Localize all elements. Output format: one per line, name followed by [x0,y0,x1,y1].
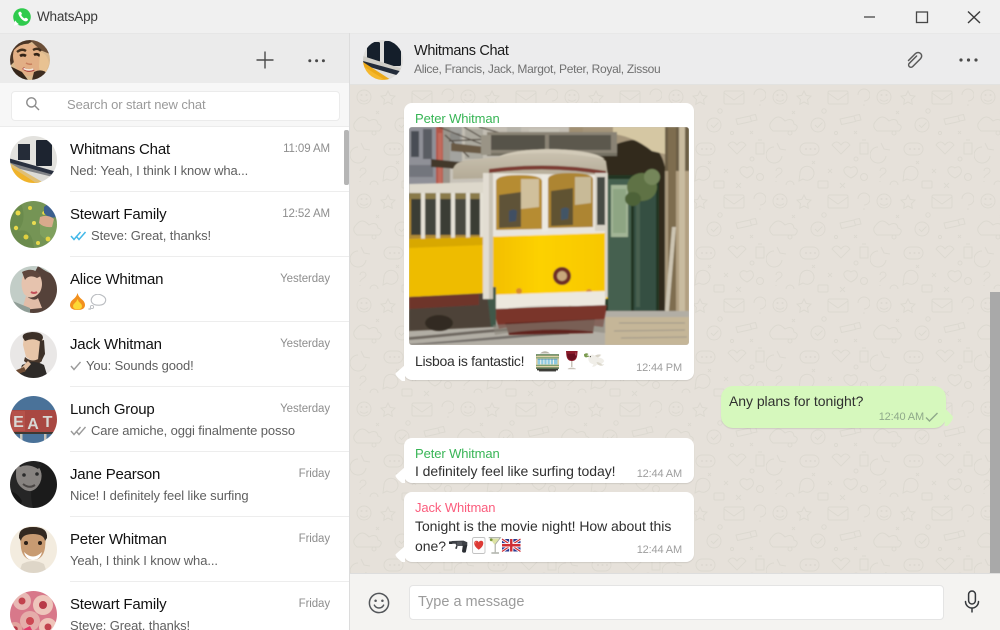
svg-text:A: A [27,416,39,433]
svg-text:E: E [13,414,24,431]
svg-text:T: T [43,414,53,431]
